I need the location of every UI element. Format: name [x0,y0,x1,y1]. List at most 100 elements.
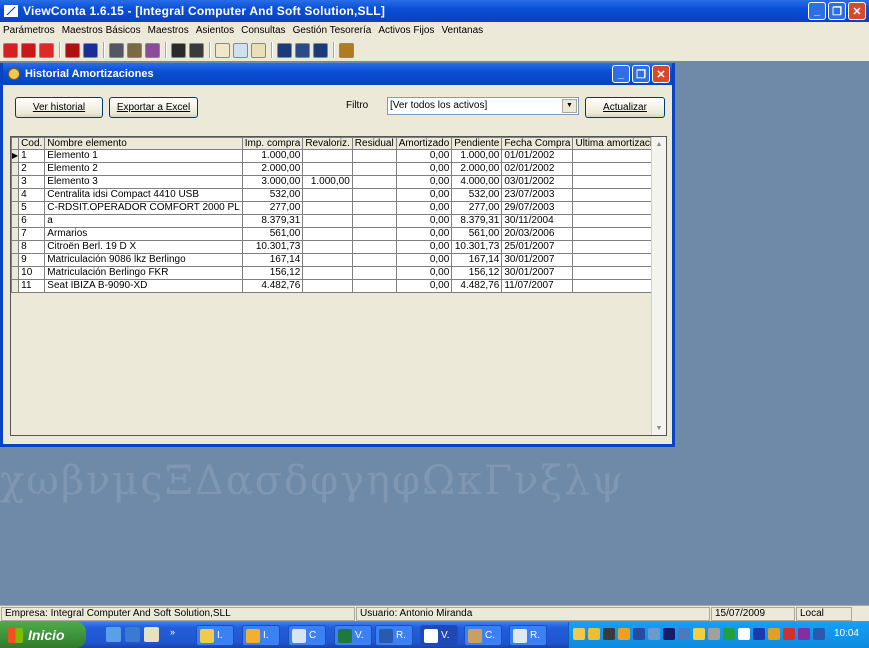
network-icon[interactable] [813,628,825,640]
cell-cod[interactable]: 1 [18,149,46,163]
table-row[interactable]: 11 Seat IBIZA B-9090-XD 4.482,76 0,00 4.482… [11,279,652,293]
tray-icon-12[interactable] [738,628,750,640]
window-close-button[interactable]: ✕ [652,65,670,83]
cell-nombre[interactable]: Matriculación 9086 lkz Berlingo [44,253,243,267]
gears-colored-icon[interactable] [145,42,160,58]
cell-amortizado[interactable]: 0,00 [395,253,453,267]
column-header-pendiente[interactable]: Pendiente [451,137,503,150]
show-desktop-icon[interactable] [106,627,121,642]
menu-gestion-tesoreria[interactable]: Gestión Tesorería [293,25,372,36]
table-row[interactable]: 8 Citroën Berl. 19 D X 10.301,73 0,00 10.301… [11,240,652,254]
cell-nombre[interactable]: Armarios [44,227,243,241]
cell-nombre[interactable]: Elemento 1 [44,149,243,163]
open-book-icon[interactable] [171,42,186,58]
cell-revaloriz[interactable]: 1.000,00 [302,175,353,189]
cell-amortizado[interactable]: 0,00 [395,162,453,176]
cell-cod[interactable]: 6 [18,214,46,228]
menu-maestros[interactable]: Maestros [148,25,189,36]
cell-nombre[interactable]: Matriculación Berlingo FKR [44,266,243,280]
folder-arrows-icon[interactable] [233,42,248,58]
cell-fecha-compra[interactable]: 01/01/2002 [501,149,574,163]
gear-icon[interactable] [109,42,124,58]
report-red-icon[interactable] [21,42,36,58]
cell-imp-compra[interactable]: 167,14 [241,253,304,267]
cell-fecha-compra[interactable]: 23/07/2003 [501,188,574,202]
cell-pendiente[interactable]: 156,12 [451,266,503,280]
document-list-icon[interactable] [277,42,292,58]
media-play-icon[interactable] [753,628,765,640]
pdf-red-icon[interactable] [3,42,18,58]
table-row[interactable]: 3 Elemento 3 3.000,00 1.000,00 0,00 4.000,00 0… [11,175,652,189]
cell-residual[interactable] [351,188,397,202]
cell-amortizado[interactable]: 0,00 [395,266,453,280]
table-row[interactable]: 6 a 8.379,31 0,00 8.379,31 30/11/2004 [11,214,652,228]
cell-imp-compra[interactable]: 156,12 [241,266,304,280]
taskbar-item-4[interactable]: V. [334,625,372,646]
cell-amortizado[interactable]: 0,00 [395,240,453,254]
cell-imp-compra[interactable]: 3.000,00 [241,175,304,189]
row-indicator[interactable] [11,201,20,215]
cell-imp-compra[interactable]: 1.000,00 [241,149,304,163]
column-header-residual[interactable]: Residual [351,137,397,150]
cell-cod[interactable]: 2 [18,162,46,176]
internet-explorer-icon[interactable] [125,627,140,642]
cell-fecha-compra[interactable]: 02/01/2002 [501,162,574,176]
cell-pendiente[interactable]: 10.301,73 [451,240,503,254]
menu-maestros-basicos[interactable]: Maestros Básicos [62,25,141,36]
cell-fecha-compra[interactable]: 03/01/2002 [501,175,574,189]
menu-ventanas[interactable]: Ventanas [441,25,483,36]
window-maximize-button[interactable]: ❐ [632,65,650,83]
taskbar-item-1[interactable]: I. [196,625,234,646]
cell-nombre[interactable]: C-RDSIT.OPERADOR COMFORT 2000 PL [44,201,243,215]
row-indicator[interactable] [11,175,20,189]
cell-ultima-amortizacion[interactable] [572,227,652,241]
table-row[interactable]: 9 Matriculación 9086 lkz Berlingo 167,14 0,… [11,253,652,267]
cell-amortizado[interactable]: 0,00 [395,201,453,215]
cell-residual[interactable] [351,162,397,176]
tray-icon-15[interactable] [783,628,795,640]
cell-residual[interactable] [351,240,397,254]
cell-fecha-compra[interactable]: 30/01/2007 [501,266,574,280]
cell-revaloriz[interactable] [302,201,353,215]
column-header-cod[interactable]: Cod. [18,137,46,150]
cell-amortizado[interactable]: 0,00 [395,214,453,228]
column-header-nombre[interactable]: Nombre elemento [44,137,243,150]
cell-residual[interactable] [351,279,397,293]
cell-imp-compra[interactable]: 4.482,76 [241,279,304,293]
cell-revaloriz[interactable] [302,214,353,228]
cell-nombre[interactable]: Elemento 2 [44,162,243,176]
cell-pendiente[interactable]: 2.000,00 [451,162,503,176]
cell-fecha-compra[interactable]: 11/07/2007 [501,279,574,293]
book-blue-icon[interactable] [83,42,98,58]
start-button[interactable]: Inicio [0,622,86,648]
minimize-button[interactable]: _ [808,2,826,20]
taskbar-item-7[interactable]: C. [464,625,502,646]
cell-nombre[interactable]: a [44,214,243,228]
cell-nombre[interactable]: Elemento 3 [44,175,243,189]
menu-consultas[interactable]: Consultas [241,25,285,36]
book-red-icon[interactable] [65,42,80,58]
cell-revaloriz[interactable] [302,188,353,202]
cell-cod[interactable]: 5 [18,201,46,215]
menu-parametros[interactable]: Parámetros [3,25,55,36]
cell-fecha-compra[interactable]: 30/01/2007 [501,253,574,267]
vertical-scrollbar[interactable]: ▲ ▼ [651,137,666,435]
cell-fecha-compra[interactable]: 29/07/2003 [501,201,574,215]
cell-cod[interactable]: 9 [18,253,46,267]
row-indicator[interactable] [11,240,20,254]
tray-icon-9[interactable] [693,628,705,640]
filter-select[interactable]: [Ver todos los activos] ▼ [387,97,579,115]
row-indicator[interactable] [11,162,20,176]
quicklaunch-chevron-icon[interactable]: » [170,627,180,642]
cell-pendiente[interactable]: 1.000,00 [451,149,503,163]
tray-icon-3[interactable] [603,628,615,640]
cell-imp-compra[interactable]: 10.301,73 [241,240,304,254]
column-header-imp-compra[interactable]: Imp. compra [241,137,304,150]
cell-ultima-amortizacion[interactable] [572,240,652,254]
cell-imp-compra[interactable]: 532,00 [241,188,304,202]
taskbar-item-5[interactable]: R. [375,625,413,646]
column-header-fecha-compra[interactable]: Fecha Compra [501,137,574,150]
cell-residual[interactable] [351,201,397,215]
cell-amortizado[interactable]: 0,00 [395,175,453,189]
cell-ultima-amortizacion[interactable] [572,201,652,215]
